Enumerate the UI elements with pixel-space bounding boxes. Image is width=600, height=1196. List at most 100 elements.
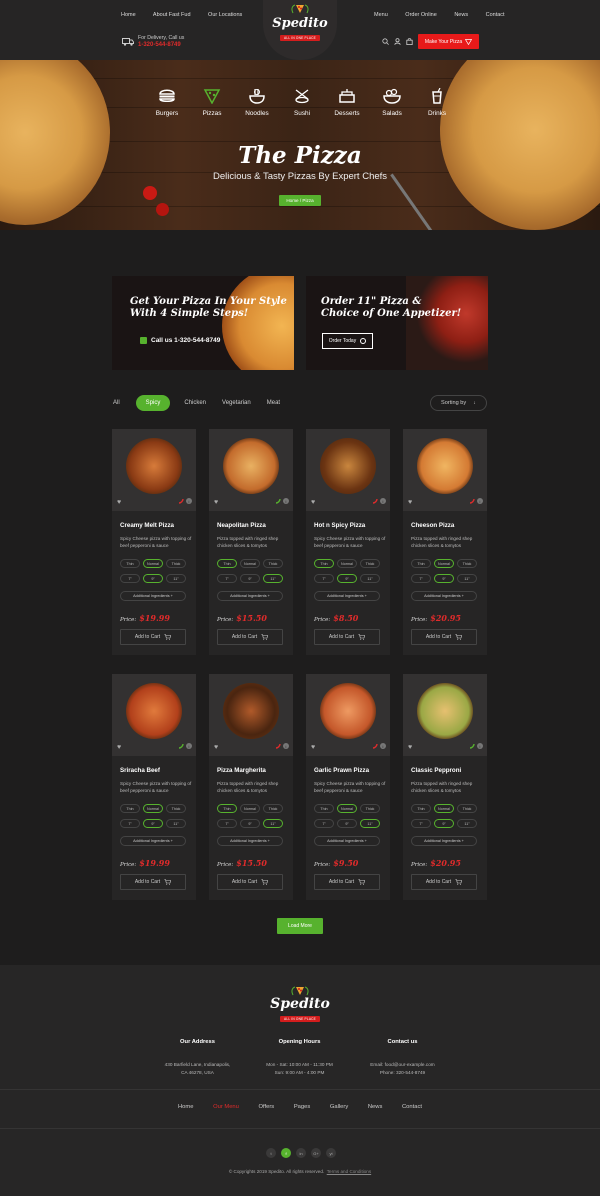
filter-spicy[interactable]: Spicy (135, 395, 171, 411)
size-option[interactable]: 11" (360, 819, 380, 828)
footer-logo[interactable]: Spedito ALL IN ONE PLACE (266, 985, 334, 1025)
size-option[interactable]: 7" (217, 819, 237, 828)
additional-ingredients-button[interactable]: Additional Ingredients + (217, 836, 283, 846)
crust-option[interactable]: Thin (120, 804, 140, 813)
youtube-icon[interactable]: yt (326, 1148, 336, 1158)
crust-option[interactable]: Thin (411, 559, 431, 568)
delivery-phone[interactable]: 1-320-544-8749 (138, 42, 184, 48)
footer-nav-contact[interactable]: Contact (402, 1104, 422, 1110)
facebook-icon[interactable]: f (281, 1148, 291, 1158)
additional-ingredients-button[interactable]: Additional Ingredients + (411, 591, 477, 601)
additional-ingredients-button[interactable]: Additional Ingredients + (120, 591, 186, 601)
add-to-cart-button[interactable]: Add to Cart (314, 629, 380, 645)
size-option[interactable]: 11" (166, 574, 186, 583)
category-salads[interactable]: Salads (370, 88, 414, 117)
product-card[interactable]: ♥ i Hot n Spicy Pizza Spicy Cheese pizza… (306, 429, 390, 655)
size-option[interactable]: 7" (120, 819, 140, 828)
additional-ingredients-button[interactable]: Additional Ingredients + (411, 836, 477, 846)
product-card[interactable]: ♥ i Classic Pepproni Pizza topped with r… (403, 674, 487, 900)
add-to-cart-button[interactable]: Add to Cart (217, 874, 283, 890)
nav-news[interactable]: News (454, 12, 468, 18)
nav-locations[interactable]: Our Locations (208, 12, 242, 18)
nav-home[interactable]: Home (121, 12, 136, 18)
category-desserts[interactable]: Desserts (325, 88, 369, 117)
crust-option[interactable]: Thick (457, 559, 477, 568)
crust-option[interactable]: Thick (360, 804, 380, 813)
additional-ingredients-button[interactable]: Additional Ingredients + (120, 836, 186, 846)
info-icon[interactable]: i (283, 743, 289, 749)
add-to-cart-button[interactable]: Add to Cart (120, 629, 186, 645)
breadcrumb[interactable]: Home / Pizza (279, 195, 321, 206)
product-card[interactable]: ♥ i Neapolitan Pizza Pizza topped with r… (209, 429, 293, 655)
crust-option[interactable]: Normal (240, 804, 260, 813)
nav-about[interactable]: About Fast Fud (153, 12, 191, 18)
crust-option[interactable]: Normal (337, 559, 357, 568)
heart-icon[interactable]: ♥ (214, 499, 218, 506)
nav-menu[interactable]: Menu (374, 12, 388, 18)
bag-icon[interactable] (406, 38, 413, 45)
size-option[interactable]: 9" (337, 574, 357, 583)
nav-contact[interactable]: Contact (486, 12, 505, 18)
load-more-button[interactable]: Load More (277, 918, 323, 934)
footer-nav-pages[interactable]: Pages (294, 1104, 310, 1110)
heart-icon[interactable]: ♥ (117, 499, 121, 506)
add-to-cart-button[interactable]: Add to Cart (120, 874, 186, 890)
crust-option[interactable]: Thin (314, 559, 334, 568)
size-option[interactable]: 7" (217, 574, 237, 583)
category-sushi[interactable]: Sushi (280, 88, 324, 117)
add-to-cart-button[interactable]: Add to Cart (217, 629, 283, 645)
make-your-pizza-button[interactable]: Make Your Pizza (418, 34, 479, 49)
crust-option[interactable]: Thin (411, 804, 431, 813)
info-icon[interactable]: i (283, 498, 289, 504)
info-icon[interactable]: i (186, 743, 192, 749)
user-icon[interactable] (394, 38, 401, 45)
footer-nav-offers[interactable]: Offers (259, 1104, 275, 1110)
product-card[interactable]: ♥ i Pizza Margherita Pizza topped with r… (209, 674, 293, 900)
size-option[interactable]: 9" (434, 819, 454, 828)
product-card[interactable]: ♥ i Garlic Prawn Pizza Spicy Cheese pizz… (306, 674, 390, 900)
crust-option[interactable]: Thin (314, 804, 334, 813)
size-option[interactable]: 11" (166, 819, 186, 828)
size-option[interactable]: 11" (263, 819, 283, 828)
add-to-cart-button[interactable]: Add to Cart (411, 629, 477, 645)
crust-option[interactable]: Normal (143, 559, 163, 568)
category-drinks[interactable]: Drinks (415, 88, 459, 117)
crust-option[interactable]: Thick (263, 804, 283, 813)
sort-dropdown[interactable]: Sorting by ↓ (430, 395, 487, 411)
size-option[interactable]: 7" (314, 574, 334, 583)
size-option[interactable]: 11" (360, 574, 380, 583)
size-option[interactable]: 9" (434, 574, 454, 583)
info-icon[interactable]: i (477, 743, 483, 749)
promo-banner-steps[interactable]: Get Your Pizza In Your Style With 4 Simpl… (112, 276, 294, 370)
product-card[interactable]: ♥ i Cheeson Pizza Pizza topped with ring… (403, 429, 487, 655)
crust-option[interactable]: Thin (217, 559, 237, 568)
footer-nav-news[interactable]: News (368, 1104, 383, 1110)
size-option[interactable]: 7" (120, 574, 140, 583)
size-option[interactable]: 9" (240, 819, 260, 828)
footer-nav-home[interactable]: Home (178, 1104, 193, 1110)
promo-banner-offer[interactable]: Order 11" Pizza & Choice of One Appetizer… (306, 276, 488, 370)
size-option[interactable]: 9" (337, 819, 357, 828)
heart-icon[interactable]: ♥ (214, 744, 218, 751)
crust-option[interactable]: Thick (166, 804, 186, 813)
size-option[interactable]: 11" (457, 574, 477, 583)
crust-option[interactable]: Thick (263, 559, 283, 568)
footer-nav-gallery[interactable]: Gallery (330, 1104, 348, 1110)
size-option[interactable]: 9" (143, 574, 163, 583)
heart-icon[interactable]: ♥ (408, 744, 412, 751)
size-option[interactable]: 7" (314, 819, 334, 828)
category-noodles[interactable]: Noodles (235, 88, 279, 117)
size-option[interactable]: 11" (457, 819, 477, 828)
additional-ingredients-button[interactable]: Additional Ingredients + (314, 836, 380, 846)
filter-chicken[interactable]: Chicken (184, 400, 206, 406)
footer-phone[interactable]: Phone: 320-544-8749 (355, 1069, 450, 1077)
search-icon[interactable] (382, 38, 389, 45)
size-option[interactable]: 7" (411, 819, 431, 828)
size-option[interactable]: 7" (411, 574, 431, 583)
size-option[interactable]: 11" (263, 574, 283, 583)
size-option[interactable]: 9" (240, 574, 260, 583)
filter-vegetarian[interactable]: Vegetarian (222, 400, 251, 406)
additional-ingredients-button[interactable]: Additional Ingredients + (314, 591, 380, 601)
linkedin-icon[interactable]: in (296, 1148, 306, 1158)
filter-meat[interactable]: Meat (267, 400, 280, 406)
